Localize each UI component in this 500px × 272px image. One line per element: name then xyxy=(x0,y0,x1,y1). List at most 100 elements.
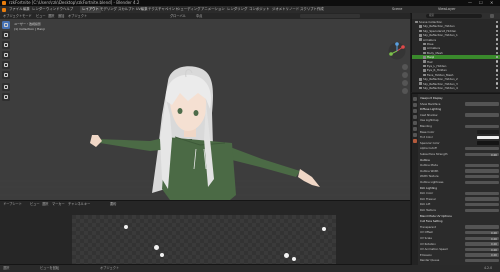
menu-file[interactable]: ファイル xyxy=(9,6,23,13)
cursor-tool[interactable] xyxy=(2,31,10,39)
keyframe-dot[interactable] xyxy=(292,257,296,261)
property-value-field[interactable] xyxy=(465,202,499,207)
property-row[interactable]: UV Rotation 0.00 xyxy=(420,242,499,246)
filter-icon[interactable] xyxy=(490,14,494,18)
tab-rendering[interactable]: レンダリング xyxy=(227,6,247,13)
property-row[interactable]: Tint Color xyxy=(420,135,499,140)
property-value-field[interactable] xyxy=(465,258,499,263)
property-value-field[interactable] xyxy=(465,169,499,173)
property-row[interactable]: Outline Lightness xyxy=(420,180,499,185)
property-value-field[interactable] xyxy=(465,191,499,196)
property-row[interactable]: Subsurface Strength 0.00 xyxy=(420,152,499,157)
move-tool[interactable] xyxy=(2,41,10,49)
property-row[interactable]: Render Queue xyxy=(420,258,499,263)
property-row[interactable]: Use Lightmap xyxy=(420,118,499,123)
property-row[interactable]: Rim Texture xyxy=(420,208,499,213)
output-tab-icon[interactable] xyxy=(413,109,417,113)
select-box-tool[interactable] xyxy=(2,21,10,29)
keyframe-dot[interactable] xyxy=(124,225,128,229)
rotate-tool[interactable] xyxy=(2,51,10,59)
property-value-field[interactable] xyxy=(465,124,499,128)
visibility-eye-icon[interactable] xyxy=(495,38,498,41)
tab-animation[interactable]: アニメーション xyxy=(201,6,225,13)
property-value-field[interactable]: 0.00 xyxy=(465,242,499,246)
property-value-field[interactable]: 0.00 xyxy=(465,247,499,252)
menu-help[interactable]: ヘルプ xyxy=(63,6,73,13)
panel-section-header[interactable]: Cull Face Setting xyxy=(420,219,499,224)
data-tab-icon[interactable] xyxy=(413,133,417,137)
visibility-eye-icon[interactable] xyxy=(495,60,498,63)
panel-section-header[interactable]: Viewport Display xyxy=(420,96,499,101)
color-swatch[interactable] xyxy=(477,135,499,140)
panel-section-header[interactable]: Blend Mode UV Options xyxy=(420,214,499,219)
tab-sculpt[interactable]: スカルプト xyxy=(118,6,135,13)
tab-shading[interactable]: シェーディング xyxy=(177,6,201,13)
color-swatch[interactable] xyxy=(477,130,499,134)
scene-tab-icon[interactable] xyxy=(413,115,417,119)
object-tab-icon[interactable] xyxy=(413,121,417,125)
outliner-search-input[interactable]: 検索 xyxy=(426,14,482,18)
visibility-eye-icon[interactable] xyxy=(495,86,498,90)
property-value-field[interactable] xyxy=(465,102,499,106)
menu-render[interactable]: レンダー xyxy=(32,6,46,13)
outliner-row[interactable]: Sky_Reflection_Hidden_4 xyxy=(412,86,500,90)
property-value-field[interactable] xyxy=(465,163,499,168)
visibility-eye-icon[interactable] xyxy=(495,42,498,46)
property-row[interactable]: Rim Color xyxy=(420,191,499,196)
tab-texture-paint[interactable]: テクスチャペイント xyxy=(148,6,178,13)
perspective-toggle-icon[interactable] xyxy=(402,88,408,94)
overlay-shading-buttons[interactable] xyxy=(300,14,360,18)
tab-geometry-nodes[interactable]: ジオメトリノード xyxy=(272,6,299,13)
property-row[interactable]: Cast Shadow xyxy=(420,113,499,118)
property-row[interactable]: Alpha Cutoff xyxy=(420,146,499,151)
property-value-field[interactable]: 0.00 xyxy=(465,230,499,235)
property-value-field[interactable] xyxy=(465,180,499,184)
property-value-field[interactable] xyxy=(465,174,499,179)
property-value-field[interactable]: 0.00 xyxy=(465,253,499,257)
panel-section-header[interactable]: Diffuse Lighting xyxy=(420,107,499,112)
visibility-eye-icon[interactable] xyxy=(495,69,498,72)
property-row[interactable]: Outline Width xyxy=(420,169,499,174)
property-value-field[interactable]: 0.00 xyxy=(465,152,499,157)
visibility-eye-icon[interactable] xyxy=(495,29,498,33)
property-row[interactable]: Transparent xyxy=(420,225,499,230)
property-value-field[interactable] xyxy=(465,225,499,229)
property-row[interactable]: Specular Color xyxy=(420,141,499,146)
property-row[interactable]: Emission 0.00 xyxy=(420,253,499,257)
property-row[interactable]: Blending xyxy=(420,124,499,129)
material-tab-icon[interactable] xyxy=(413,139,417,143)
property-value-field[interactable] xyxy=(465,146,499,151)
visibility-eye-icon[interactable] xyxy=(495,51,498,55)
visibility-eye-icon[interactable] xyxy=(495,25,498,28)
property-row[interactable]: Show Backface xyxy=(420,102,499,107)
character-model[interactable] xyxy=(0,19,410,200)
zoom-icon[interactable] xyxy=(402,64,408,70)
dopesheet-editor[interactable] xyxy=(0,207,410,264)
panel-section-header[interactable]: Outline xyxy=(420,158,499,163)
3d-viewport[interactable]: ユーザー・透視投影 (1) Collection | Hanji xyxy=(0,19,410,200)
navigation-gizmo[interactable] xyxy=(388,42,406,60)
scene-selector[interactable]: Scene xyxy=(392,6,402,13)
tab-uv-editing[interactable]: UV編集 xyxy=(136,6,148,13)
visibility-eye-icon[interactable] xyxy=(495,73,498,77)
property-value-field[interactable] xyxy=(465,208,499,212)
visibility-eye-icon[interactable] xyxy=(495,64,498,68)
tab-modeling[interactable]: モデリング xyxy=(100,6,117,13)
visibility-eye-icon[interactable] xyxy=(495,82,498,85)
transform-tool[interactable] xyxy=(2,71,10,79)
visibility-eye-icon[interactable] xyxy=(495,47,498,50)
keyframe-dot[interactable] xyxy=(160,253,164,257)
tab-layout[interactable]: レイアウト xyxy=(80,6,101,13)
visibility-eye-icon[interactable] xyxy=(495,56,498,59)
menu-edit[interactable]: 編集 xyxy=(23,6,30,13)
property-row[interactable]: UV Offset 0.00 xyxy=(420,230,499,235)
tab-compositing[interactable]: コンポジット xyxy=(249,6,269,13)
property-row[interactable]: Width Texture xyxy=(420,174,499,179)
measure-tool[interactable] xyxy=(2,93,10,101)
pan-hand-icon[interactable] xyxy=(402,72,408,78)
property-value-field[interactable]: 0.00 xyxy=(465,236,499,241)
panel-section-header[interactable]: Rim Lighting xyxy=(420,186,499,191)
visibility-eye-icon[interactable] xyxy=(495,20,498,24)
property-row[interactable]: Rim Fresnel xyxy=(420,197,499,202)
tab-scripting[interactable]: スクリプト作成 xyxy=(300,6,324,13)
